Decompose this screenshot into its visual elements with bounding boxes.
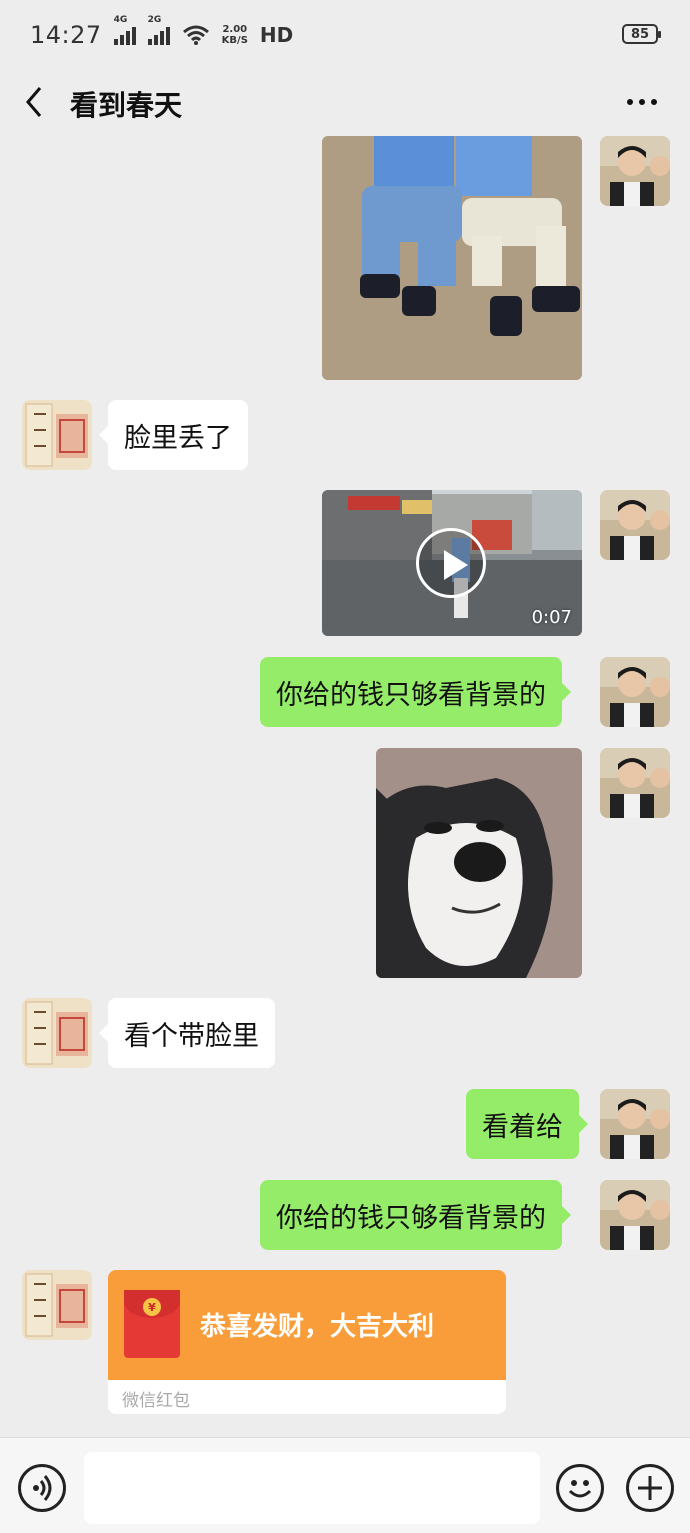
status-time: 14:27	[30, 21, 102, 49]
signal-2g-icon: 2G	[147, 15, 170, 45]
avatar-self[interactable]	[600, 1180, 670, 1250]
coin-icon: ¥	[143, 1298, 161, 1316]
image-message[interactable]	[376, 748, 582, 978]
message-bubble[interactable]: 你给的钱只够看背景的	[260, 1180, 571, 1250]
emoji-icon[interactable]	[556, 1464, 604, 1512]
red-packet-body: ¥ 恭喜发财，大吉大利	[108, 1270, 506, 1380]
voice-icon[interactable]	[18, 1464, 66, 1512]
image-message[interactable]	[322, 136, 582, 380]
battery-icon: 85	[622, 24, 661, 44]
input-bar	[0, 1437, 690, 1533]
message-bubble[interactable]: 脸里丢了	[99, 400, 248, 470]
avatar-friend[interactable]	[22, 998, 92, 1068]
title-bar: 看到春天	[0, 70, 690, 134]
chat-area[interactable]: 脸里丢了 0:07 你给的钱只够看背景的 看个带脸里 看着给 你给的钱只够看背景…	[0, 134, 690, 1434]
plus-icon[interactable]	[626, 1464, 674, 1512]
avatar-friend[interactable]	[22, 400, 92, 470]
message-input[interactable]	[84, 1452, 540, 1524]
avatar-self[interactable]	[600, 136, 670, 206]
avatar-self[interactable]	[600, 1089, 670, 1159]
message-bubble[interactable]: 看个带脸里	[99, 998, 275, 1068]
avatar-self[interactable]	[600, 748, 670, 818]
status-bar: 14:27 4G 2G 2.00 KB/S HD 85	[0, 0, 690, 70]
avatar-self[interactable]	[600, 657, 670, 727]
video-duration: 0:07	[531, 607, 572, 628]
wifi-icon	[182, 25, 209, 45]
avatar-self[interactable]	[600, 490, 670, 560]
avatar-friend[interactable]	[22, 1270, 92, 1340]
play-icon[interactable]	[416, 528, 486, 598]
more-dots-icon[interactable]	[622, 90, 662, 114]
video-message[interactable]: 0:07	[322, 490, 582, 636]
net-speed: 2.00 KB/S	[221, 24, 248, 46]
signal-4g-icon: 4G	[113, 15, 136, 45]
red-packet-greeting: 恭喜发财，大吉大利	[200, 1312, 435, 1342]
message-bubble[interactable]: 看着给	[466, 1089, 588, 1159]
red-packet-message[interactable]: ¥ 恭喜发财，大吉大利 微信红包	[108, 1270, 506, 1414]
message-bubble[interactable]: 你给的钱只够看背景的	[260, 657, 571, 727]
chevron-left-icon[interactable]	[20, 82, 50, 122]
hd-badge: HD	[259, 23, 294, 47]
red-packet-label: 微信红包	[122, 1391, 190, 1411]
chat-title: 看到春天	[70, 89, 183, 122]
